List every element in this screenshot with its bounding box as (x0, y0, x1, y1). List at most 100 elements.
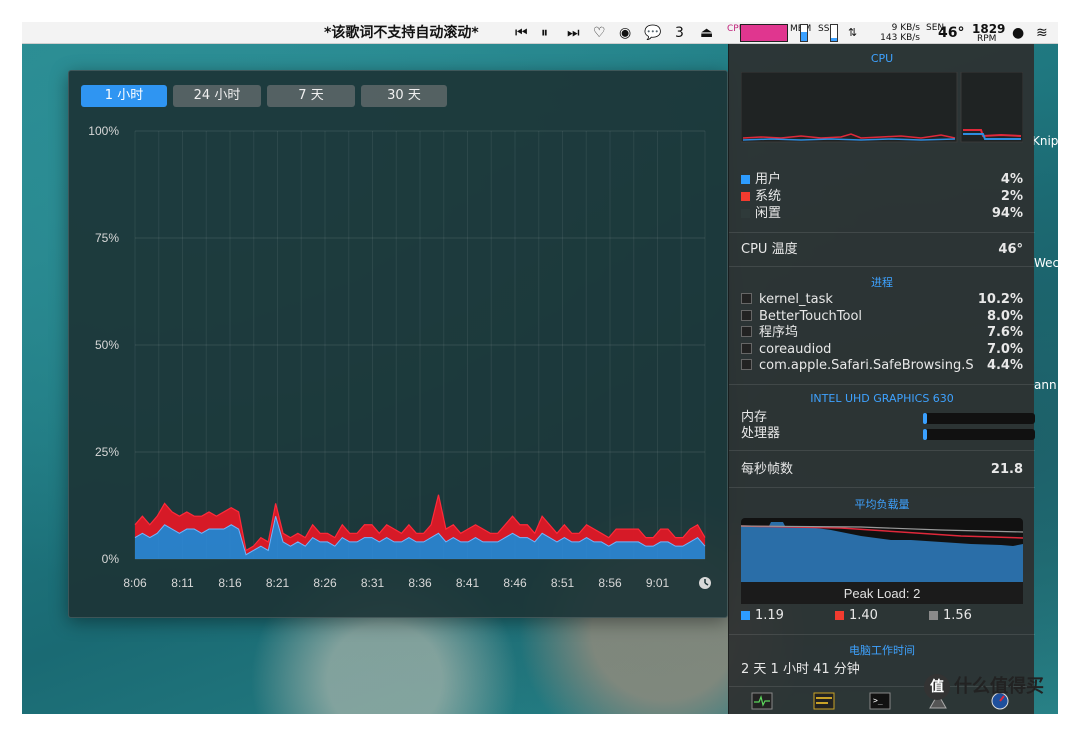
x-tick-label: 9:01 (646, 576, 670, 590)
fps-value: 21.8 (990, 462, 1023, 477)
process-cpu-value: 4.4% (986, 358, 1023, 373)
process-app-icon (741, 326, 752, 337)
gpu-usage-fill (923, 413, 928, 424)
gpu-usage-bar (923, 413, 1035, 424)
sen-label: SEN (926, 23, 945, 33)
netease-music-icon[interactable]: ◉ (619, 22, 631, 44)
x-tick-label: 8:16 (218, 576, 242, 590)
peak-load-text: Peak Load: 2 (844, 586, 921, 601)
activity-monitor-icon[interactable] (751, 692, 773, 710)
console-icon[interactable] (813, 692, 835, 710)
cpu-legend-row: 用户 4% (741, 172, 1023, 188)
process-cpu-value: 7.0% (986, 341, 1023, 357)
mem-label: MEM (790, 24, 811, 46)
cpu-temp-row[interactable]: CPU 温度 46° (741, 242, 1023, 258)
x-tick-label: 8:56 (598, 576, 622, 590)
pause-icon[interactable]: ⏸ (541, 22, 548, 44)
mem-meter[interactable] (800, 24, 808, 42)
record-dot-icon[interactable]: ● (1012, 22, 1024, 44)
process-row[interactable]: kernel_task 10.2% (741, 292, 1023, 308)
cpu-legend-row: 闲置 94% (741, 206, 1023, 222)
x-tick-label: 8:11 (171, 576, 194, 590)
process-app-icon (741, 293, 752, 304)
fps-row[interactable]: 每秒帧数 21.8 (741, 462, 1023, 478)
menu-bar: *该歌词不支持自动滚动* ⏮ ⏸ ⏭ ♡ ◉ 💬 3 ⏏ CPU MEM SSD… (22, 22, 1058, 44)
svg-text:>_: >_ (873, 696, 883, 705)
cpu-legend-row: 系统 2% (741, 189, 1023, 205)
previous-track-icon[interactable]: ⏮ (515, 22, 528, 44)
process-row[interactable]: com.apple.Safari.SafeBrowsing.S 4.4% (741, 358, 1023, 374)
legend-swatch (835, 611, 844, 620)
process-name-wrap: coreaudiod (741, 342, 831, 358)
wechat-badge-count: 3 (675, 25, 684, 41)
menubar-temp[interactable]: 46° (938, 22, 964, 44)
x-tick-label: 8:46 (503, 576, 527, 590)
process-name-wrap: 程序坞 (741, 325, 798, 341)
process-name-wrap: kernel_task (741, 292, 833, 308)
gpu-usage-bar (923, 429, 1035, 440)
fps-label: 每秒帧数 (741, 462, 794, 477)
desktop-label-knip[interactable]: Knip (1032, 134, 1058, 148)
gpu-section-title: INTEL UHD GRAPHICS 630 (810, 392, 954, 405)
watermark-text: 什么值得买 (954, 676, 1044, 697)
load-legend-value: 1.40 (849, 608, 878, 623)
cpu-section-title: CPU (870, 52, 894, 65)
process-row[interactable]: BetterTouchTool 8.0% (741, 309, 1023, 325)
load-legend-item: 1.40 (835, 608, 878, 623)
process-name: coreaudiod (759, 341, 832, 357)
process-row[interactable]: coreaudiod 7.0% (741, 342, 1023, 358)
load-average-section-title: 平均负载量 (854, 498, 910, 511)
cpu-core-graph (741, 72, 1023, 143)
process-row[interactable]: 程序坞 7.6% (741, 325, 1023, 341)
desktop-label-wec[interactable]: Wec (1034, 256, 1058, 270)
y-tick-label: 75% (95, 231, 119, 245)
wechat-icon[interactable]: 💬 (644, 22, 661, 44)
process-name: 程序坞 (759, 325, 799, 340)
heart-icon[interactable]: ♡ (593, 22, 606, 44)
cpu-legend-label: 闲置 (741, 206, 781, 222)
cpu-label: CPU (727, 24, 746, 34)
gpu-row[interactable]: 内存 (741, 410, 1035, 426)
watermark-logo-icon: 值 (924, 674, 950, 700)
process-name: com.apple.Safari.SafeBrowsing.S (759, 358, 974, 373)
wifi-icon[interactable]: ≋ (1036, 22, 1048, 44)
gpu-usage-fill (923, 429, 928, 440)
x-tick-label: 8:31 (361, 576, 385, 590)
process-cpu-value: 8.0% (986, 308, 1023, 324)
watermark: 值什么值得买 (924, 672, 1044, 700)
cpu-temp-value: 46° (998, 242, 1023, 257)
terminal-icon[interactable]: >_ (869, 692, 891, 710)
process-name: kernel_task (759, 292, 833, 307)
process-app-icon (741, 342, 752, 354)
process-name: BetterTouchTool (759, 308, 863, 324)
desktop-label-ann[interactable]: ann (1034, 378, 1057, 392)
istat-panel: CPU CPU 温度 46° 进程 INTEL UHD GRAPHICS 630… (728, 44, 1035, 714)
legend-swatch (929, 611, 938, 620)
cpu-meter[interactable] (740, 24, 788, 42)
cpu-legend-text: 闲置 (755, 206, 782, 221)
cpu-legend-text: 用户 (755, 172, 782, 187)
lyric-text[interactable]: *该歌词不支持自动滚动* (324, 22, 479, 44)
ssd-meter[interactable] (830, 24, 838, 42)
cpu-usage-chart: 100% 75% 50% 25% 0%8:06 8:11 8:16 8:21 8:26 8:31 8… (88, 124, 711, 590)
next-track-icon[interactable]: ⏭ (567, 22, 580, 44)
load-legend-item: 1.19 (741, 608, 784, 623)
gpu-row[interactable]: 处理器 (741, 426, 1035, 442)
y-tick-label: 25% (95, 445, 119, 459)
cpu-history-window: 1 小时 24 小时 7 天 30 天 100% 75% 50% 25% 0% 8:06 8… (68, 70, 728, 618)
cpu-temp-label: CPU 温度 (741, 242, 798, 257)
x-tick-label: 8:06 (123, 576, 147, 590)
cpu-legend-value: 2% (1000, 189, 1023, 204)
x-tick-label: 8:36 (408, 576, 432, 590)
y-tick-label: 100% (88, 124, 119, 138)
x-tick-label: 8:21 (266, 576, 290, 590)
process-name-wrap: com.apple.Safari.SafeBrowsing.S (741, 358, 974, 374)
legend-swatch (741, 611, 750, 620)
process-name-wrap: BetterTouchTool (741, 309, 862, 325)
airplay-icon[interactable]: ⏏ (700, 22, 713, 44)
uptime-section-title: 电脑工作时间 (849, 644, 915, 657)
x-tick-label: 8:41 (456, 576, 480, 590)
x-tick-label: 8:51 (551, 576, 575, 590)
load-legend-value: 1.19 (755, 608, 784, 623)
processes-section-title: 进程 (871, 276, 893, 289)
